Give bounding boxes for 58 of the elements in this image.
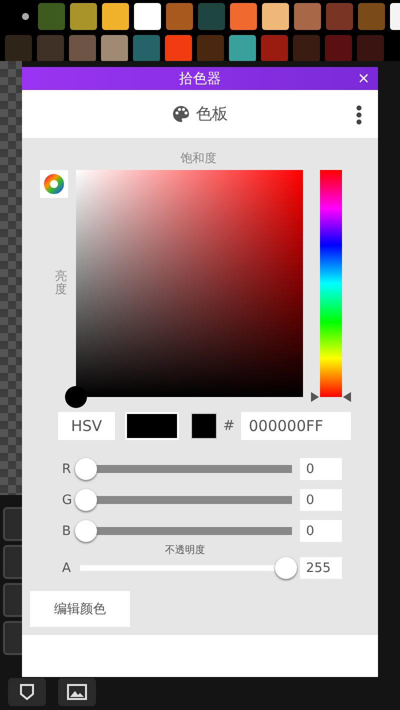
- hue-marker[interactable]: [311, 392, 351, 402]
- palette-icon: [172, 105, 190, 123]
- color-swatch[interactable]: [101, 35, 128, 61]
- image-icon: [67, 684, 87, 700]
- canvas-area[interactable]: [0, 61, 22, 495]
- close-button[interactable]: ×: [357, 70, 370, 87]
- brightness-label: 亮度: [55, 270, 67, 296]
- color-wheel-button[interactable]: [40, 170, 68, 198]
- color-swatch[interactable]: [325, 35, 352, 61]
- color-swatch[interactable]: [197, 35, 224, 61]
- hex-input[interactable]: 000000FF: [240, 412, 351, 440]
- channel-value-field[interactable]: 0: [300, 520, 342, 542]
- channel-value-field[interactable]: 0: [300, 458, 342, 480]
- slider-thumb[interactable]: [75, 458, 97, 480]
- color-swatch[interactable]: [294, 3, 321, 30]
- slider-thumb[interactable]: [275, 557, 297, 579]
- color-swatch[interactable]: [133, 35, 160, 61]
- color-swatch[interactable]: [326, 3, 353, 30]
- color-swatch[interactable]: [5, 35, 32, 61]
- color-swatch[interactable]: [293, 35, 320, 61]
- palette-tab[interactable]: 色板: [196, 104, 228, 124]
- color-swatch[interactable]: [357, 35, 384, 61]
- color-swatch[interactable]: [165, 35, 192, 61]
- channel-label: G: [62, 492, 74, 508]
- slider-thumb[interactable]: [75, 520, 97, 542]
- palette-dot: [22, 13, 29, 20]
- color-swatch[interactable]: [166, 3, 193, 30]
- color-swatch[interactable]: [198, 3, 225, 30]
- channel-label: R: [62, 462, 72, 476]
- hash-label: #: [223, 418, 235, 434]
- color-swatch[interactable]: [230, 3, 257, 30]
- color-swatch[interactable]: [262, 3, 289, 30]
- slider-thumb[interactable]: [75, 489, 97, 511]
- color-swatch[interactable]: [358, 3, 385, 30]
- color-swatch[interactable]: [69, 35, 96, 61]
- opacity-label: 不透明度: [164, 544, 206, 555]
- color-wheel-icon: [44, 174, 64, 194]
- channel-value-field[interactable]: 255: [300, 557, 342, 579]
- channel-label: A: [62, 560, 72, 576]
- color-swatch[interactable]: [102, 3, 129, 30]
- color-swatch[interactable]: [229, 35, 256, 61]
- dialog-title: 拾色器: [179, 70, 221, 88]
- shield-icon: [18, 683, 36, 701]
- channel-label: B: [62, 524, 72, 538]
- color-swatch[interactable]: [38, 3, 65, 30]
- color-swatch[interactable]: [134, 3, 161, 30]
- saturation-label: 饱和度: [180, 150, 218, 167]
- image-button[interactable]: [58, 678, 96, 706]
- picker-cursor[interactable]: [65, 386, 87, 408]
- color-swatch[interactable]: [261, 35, 288, 61]
- mode-button[interactable]: HSV: [58, 412, 115, 440]
- edit-color-button[interactable]: 编辑颜色: [30, 591, 130, 627]
- color-swatch[interactable]: [70, 3, 97, 30]
- color-swatch[interactable]: [37, 35, 64, 61]
- channel-value-field[interactable]: 0: [300, 489, 342, 511]
- shield-button[interactable]: [8, 678, 46, 706]
- more-icon[interactable]: [356, 105, 362, 125]
- hue-slider[interactable]: [311, 170, 351, 402]
